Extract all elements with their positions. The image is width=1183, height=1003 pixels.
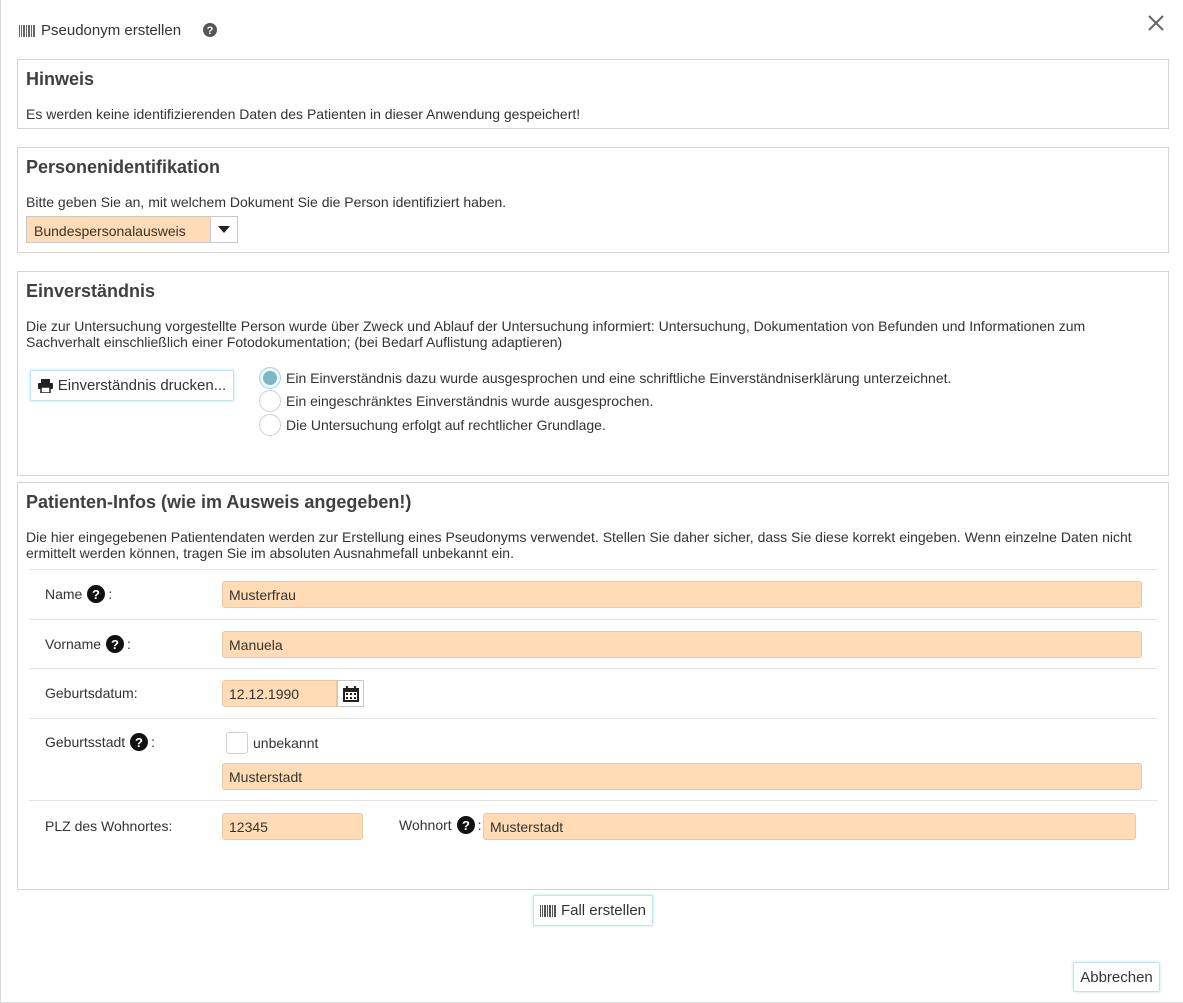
vorname-label: Vorname bbox=[45, 636, 102, 652]
svg-text:?: ? bbox=[135, 735, 143, 750]
wohnort-colon: : bbox=[477, 817, 482, 833]
hinweis-panel: Hinweis Es werden keine identifizierende… bbox=[17, 59, 1169, 129]
consent-option-1[interactable]: Ein Einverständnis dazu wurde ausgesproc… bbox=[259, 367, 951, 389]
barcode-icon bbox=[539, 904, 556, 917]
dialog-titlebar: Pseudonym erstellen ? bbox=[19, 18, 218, 42]
radio-unchecked[interactable] bbox=[259, 414, 281, 436]
geburtsdatum-input[interactable]: 12.12.1990 bbox=[222, 680, 337, 707]
vorname-colon: : bbox=[127, 636, 131, 652]
question-circle-icon[interactable]: ? bbox=[87, 585, 106, 603]
geburtsdatum-label: Geburtsdatum: bbox=[45, 685, 138, 701]
consent-option-2[interactable]: Ein eingeschränktes Einverständnis wurde… bbox=[259, 390, 653, 412]
einverstaendnis-panel: Einverständnis Die zur Untersuchung vorg… bbox=[17, 271, 1169, 476]
einverstaendnis-text-1: Die zur Untersuchung vorgestellte Person… bbox=[26, 318, 1086, 334]
pseudonym-dialog: Pseudonym erstellen ? Hinweis Es werden … bbox=[0, 0, 1183, 1003]
wohnort-label: Wohnort bbox=[399, 817, 452, 833]
patient-heading: Patienten-Infos (wie im Ausweis angegebe… bbox=[26, 492, 412, 512]
document-select[interactable]: Bundespersonalausweis bbox=[26, 216, 238, 243]
plz-label: PLZ des Wohnortes: bbox=[45, 818, 173, 834]
geburtsdatum-row: Geburtsdatum: 12.12.1990 bbox=[29, 668, 1158, 718]
name-input[interactable]: Musterfrau bbox=[222, 581, 1142, 608]
svg-text:?: ? bbox=[207, 25, 214, 37]
patient-text-1: Die hier eingegebenen Patientendaten wer… bbox=[26, 529, 1132, 545]
name-colon: : bbox=[108, 586, 113, 602]
vorname-row: Vorname ? : Manuela bbox=[29, 619, 1158, 668]
name-row: Name ? : Musterfrau bbox=[29, 569, 1158, 619]
document-select-value: Bundespersonalausweis bbox=[34, 223, 186, 239]
wohnort-input[interactable]: Musterstadt bbox=[483, 813, 1136, 840]
einverstaendnis-heading: Einverständnis bbox=[26, 281, 156, 301]
einverstaendnis-text-2: Sachverhalt einschließlich einer Fotodok… bbox=[26, 334, 563, 350]
geburtsstadt-label: Geburtsstadt bbox=[45, 734, 126, 750]
hinweis-heading: Hinweis bbox=[26, 69, 95, 89]
unbekannt-label: unbekannt bbox=[253, 735, 319, 751]
consent-option-3[interactable]: Die Untersuchung erfolgt auf rechtlicher… bbox=[259, 414, 606, 436]
geburtsstadt-input[interactable]: Musterstadt bbox=[222, 763, 1142, 790]
name-label: Name bbox=[45, 586, 83, 602]
geburtsstadt-colon: : bbox=[151, 734, 156, 750]
print-consent-label: Einverständnis drucken... bbox=[57, 377, 227, 394]
calendar-icon[interactable] bbox=[337, 680, 364, 707]
svg-text:?: ? bbox=[462, 818, 470, 833]
vorname-input[interactable]: Manuela bbox=[222, 631, 1142, 658]
barcode-icon bbox=[19, 24, 35, 37]
consent-option-1-label: Ein Einverständnis dazu wurde ausgesproc… bbox=[286, 370, 952, 386]
help-icon[interactable]: ? bbox=[203, 23, 218, 37]
consent-option-3-label: Die Untersuchung erfolgt auf rechtlicher… bbox=[286, 417, 606, 433]
svg-text:?: ? bbox=[111, 637, 119, 652]
question-circle-icon[interactable]: ? bbox=[130, 733, 149, 751]
close-icon[interactable] bbox=[1145, 12, 1167, 34]
geburtsstadt-row: Geburtsstadt ? : unbekannt Musterstadt bbox=[29, 718, 1158, 800]
printer-icon bbox=[37, 378, 53, 393]
consent-option-2-label: Ein eingeschränktes Einverständnis wurde… bbox=[286, 393, 654, 409]
patient-panel: Patienten-Infos (wie im Ausweis angegebe… bbox=[17, 482, 1169, 890]
identifikation-text: Bitte geben Sie an, mit welchem Dokument… bbox=[26, 194, 507, 210]
print-consent-button[interactable]: Einverständnis drucken... bbox=[30, 370, 234, 401]
chevron-down-icon[interactable] bbox=[210, 217, 237, 242]
hinweis-text: Es werden keine identifizierenden Daten … bbox=[26, 106, 581, 122]
wohnort-row: PLZ des Wohnortes: 12345 Wohnort ? : Mus… bbox=[29, 800, 1158, 852]
radio-unchecked[interactable] bbox=[259, 390, 281, 412]
create-case-label: Fall erstellen bbox=[560, 902, 647, 919]
svg-text:?: ? bbox=[92, 587, 100, 602]
patient-text-2: ermittelt werden können, tragen Sie im a… bbox=[26, 545, 514, 561]
cancel-button[interactable]: Abbrechen bbox=[1073, 962, 1160, 992]
vorname-label-group: Vorname ? : bbox=[45, 635, 131, 653]
name-label-group: Name ? : bbox=[45, 585, 112, 603]
identifikation-panel: Personenidentifikation Bitte geben Sie a… bbox=[17, 147, 1169, 253]
question-circle-icon[interactable]: ? bbox=[106, 635, 125, 653]
unbekannt-checkbox[interactable] bbox=[226, 732, 248, 754]
plz-input[interactable]: 12345 bbox=[222, 813, 363, 840]
dialog-title: Pseudonym erstellen bbox=[41, 21, 182, 39]
geburtsstadt-label-group: Geburtsstadt ? : bbox=[45, 733, 155, 751]
create-case-button[interactable]: Fall erstellen bbox=[533, 895, 653, 926]
identifikation-heading: Personenidentifikation bbox=[26, 157, 221, 177]
wohnort-label-group: Wohnort ? : bbox=[399, 816, 482, 834]
radio-checked[interactable] bbox=[259, 367, 281, 389]
question-circle-icon[interactable]: ? bbox=[456, 816, 475, 834]
